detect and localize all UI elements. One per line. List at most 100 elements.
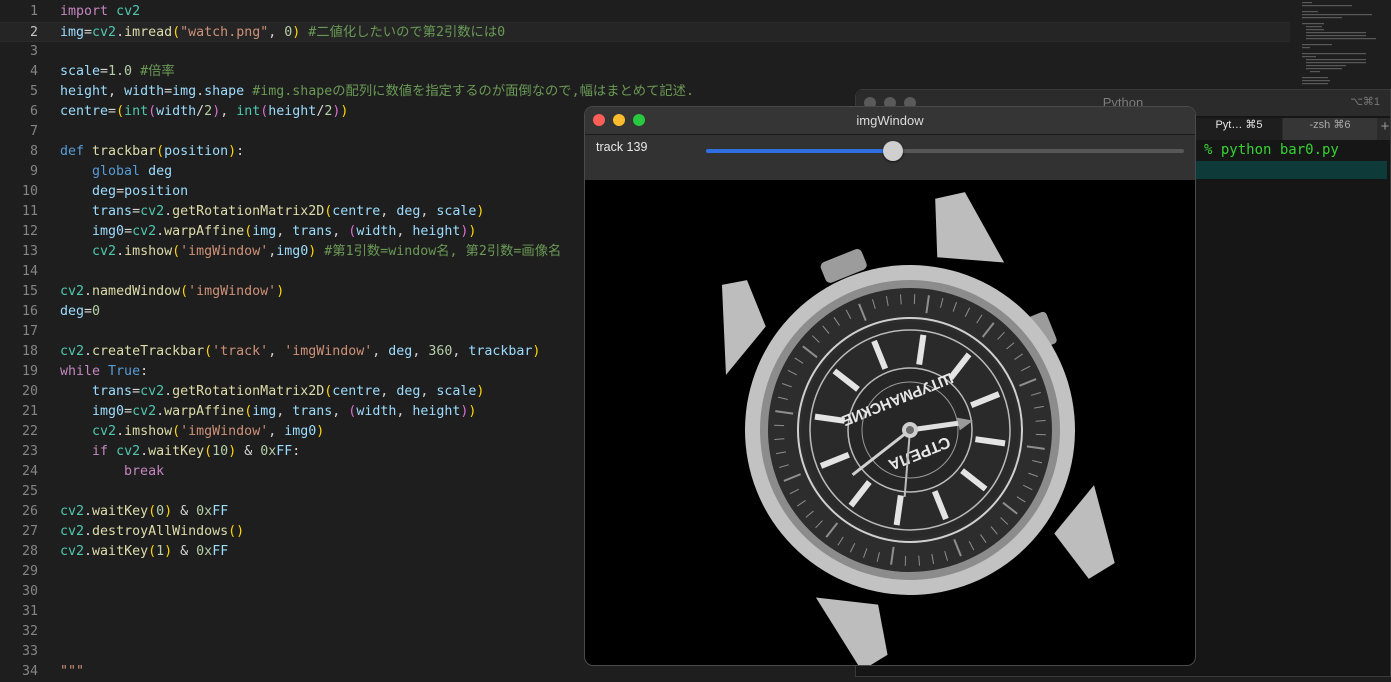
code-token: ) [468,224,477,239]
code-token: True [108,364,141,379]
code-text: cv2.imshow('imgWindow',img0) #第1引数=windo… [60,242,561,262]
code-token: cv2 [116,4,141,19]
code-token: ) [276,284,285,299]
new-tab-button[interactable]: + [1378,118,1391,140]
code-token: , [420,384,437,399]
code-text: cv2.waitKey(0) & 0xFF [60,502,228,522]
line-number: 23 [21,444,38,459]
code-token: global [92,164,141,179]
code-token: cv2 [92,424,117,439]
code-token: destroyAllWindows [92,524,229,539]
code-token: . [164,384,173,399]
code-token: ( [172,244,181,259]
terminal-tab-zsh[interactable]: -zsh ⌘6 [1283,118,1377,140]
code-token: = [124,224,133,239]
line-number: 4 [29,64,38,79]
code-line[interactable]: 3 [0,42,1290,62]
code-token: img0 [284,424,317,439]
code-token: centre [60,104,109,119]
code-token: ( [156,144,165,159]
code-token: ( [244,404,253,419]
line-number: 17 [21,324,38,339]
code-token: img0 [92,404,125,419]
terminal-prompt-line: % python bar0.py [1204,142,1339,158]
code-token: 'imgWindow' [188,284,277,299]
code-token: ) [532,344,541,359]
code-token: , [220,104,237,119]
slider-knob[interactable] [882,141,903,161]
line-number: 31 [21,604,38,619]
code-token: , [276,404,293,419]
code-text: deg=0 [60,302,100,322]
code-token: FF [212,544,229,559]
code-token: warpAffine [164,224,245,239]
line-number: 10 [21,184,38,199]
track-slider[interactable] [706,141,1184,161]
code-token: imread [124,25,173,40]
code-token: getRotationMatrix2D [172,384,325,399]
line-number: 19 [21,364,38,379]
code-text: img0=cv2.warpAffine(img, trans, (width, … [60,222,476,242]
line-number: 26 [21,504,38,519]
code-token: 0x [196,544,213,559]
code-line[interactable]: 1 import cv2 [0,2,1290,22]
code-token: ) [468,404,477,419]
code-token: ) [476,384,485,399]
code-token: ) [316,424,325,439]
code-token: = [132,384,141,399]
code-token: warpAffine [164,404,245,419]
code-token: break [124,464,165,479]
code-token: cv2 [132,224,157,239]
code-token: , [420,204,437,219]
code-token: / [196,104,205,119]
window-title: imgWindow [856,113,924,128]
code-token: import [60,4,109,19]
line-number: 1 [29,4,38,19]
code-token: img [252,224,277,239]
code-token: . [156,224,165,239]
code-token: ( [172,424,181,439]
imgwindow-titlebar[interactable]: imgWindow [585,107,1195,135]
code-text: deg=position [60,182,188,202]
code-token: = [124,404,133,419]
code-token: img [60,25,85,40]
code-token: , [268,25,285,40]
code-token: . [164,204,173,219]
trackbar-panel: track 139 [585,135,1195,180]
code-token: int [124,104,149,119]
code-token: scale [436,204,477,219]
code-token: 'imgWindow' [180,244,269,259]
code-token: , [372,344,389,359]
code-token: def [60,144,85,159]
code-text: height, width=img.shape #img.shapeの配列に数値… [60,82,694,102]
code-token: ( [148,544,157,559]
code-token: , [380,204,397,219]
code-line[interactable]: 2 img=cv2.imread("watch.png", 0) #二値化したいの… [0,22,1290,42]
code-token: . [196,84,205,99]
code-token: cv2 [140,384,165,399]
line-number: 3 [29,44,38,59]
terminal-tab-python[interactable]: Pyt… ⌘5 [1196,118,1282,140]
code-token: 0x [260,444,277,459]
code-token: . [84,524,93,539]
code-token: width [156,104,197,119]
minimap[interactable] [1296,0,1391,90]
code-token: #img.shapeの配列に数値を指定するのが面倒なので,幅はまとめて記述. [252,84,694,99]
imgwindow[interactable]: imgWindow track 139 СТРЕЛА ШТУРМАНСКИЕ [584,106,1196,666]
code-text: global deg [60,162,172,182]
terminal-shortcut: ⌥⌘1 [1350,96,1380,108]
code-token: deg [60,304,85,319]
code-token: #第1引数=window名, 第2引数=画像名 [324,244,562,259]
code-text: def trackbar(position): [60,142,244,162]
code-token: height [412,404,461,419]
code-line[interactable]: 4 scale=1.0 #倍率 [0,62,1290,82]
code-token: position [124,184,189,199]
